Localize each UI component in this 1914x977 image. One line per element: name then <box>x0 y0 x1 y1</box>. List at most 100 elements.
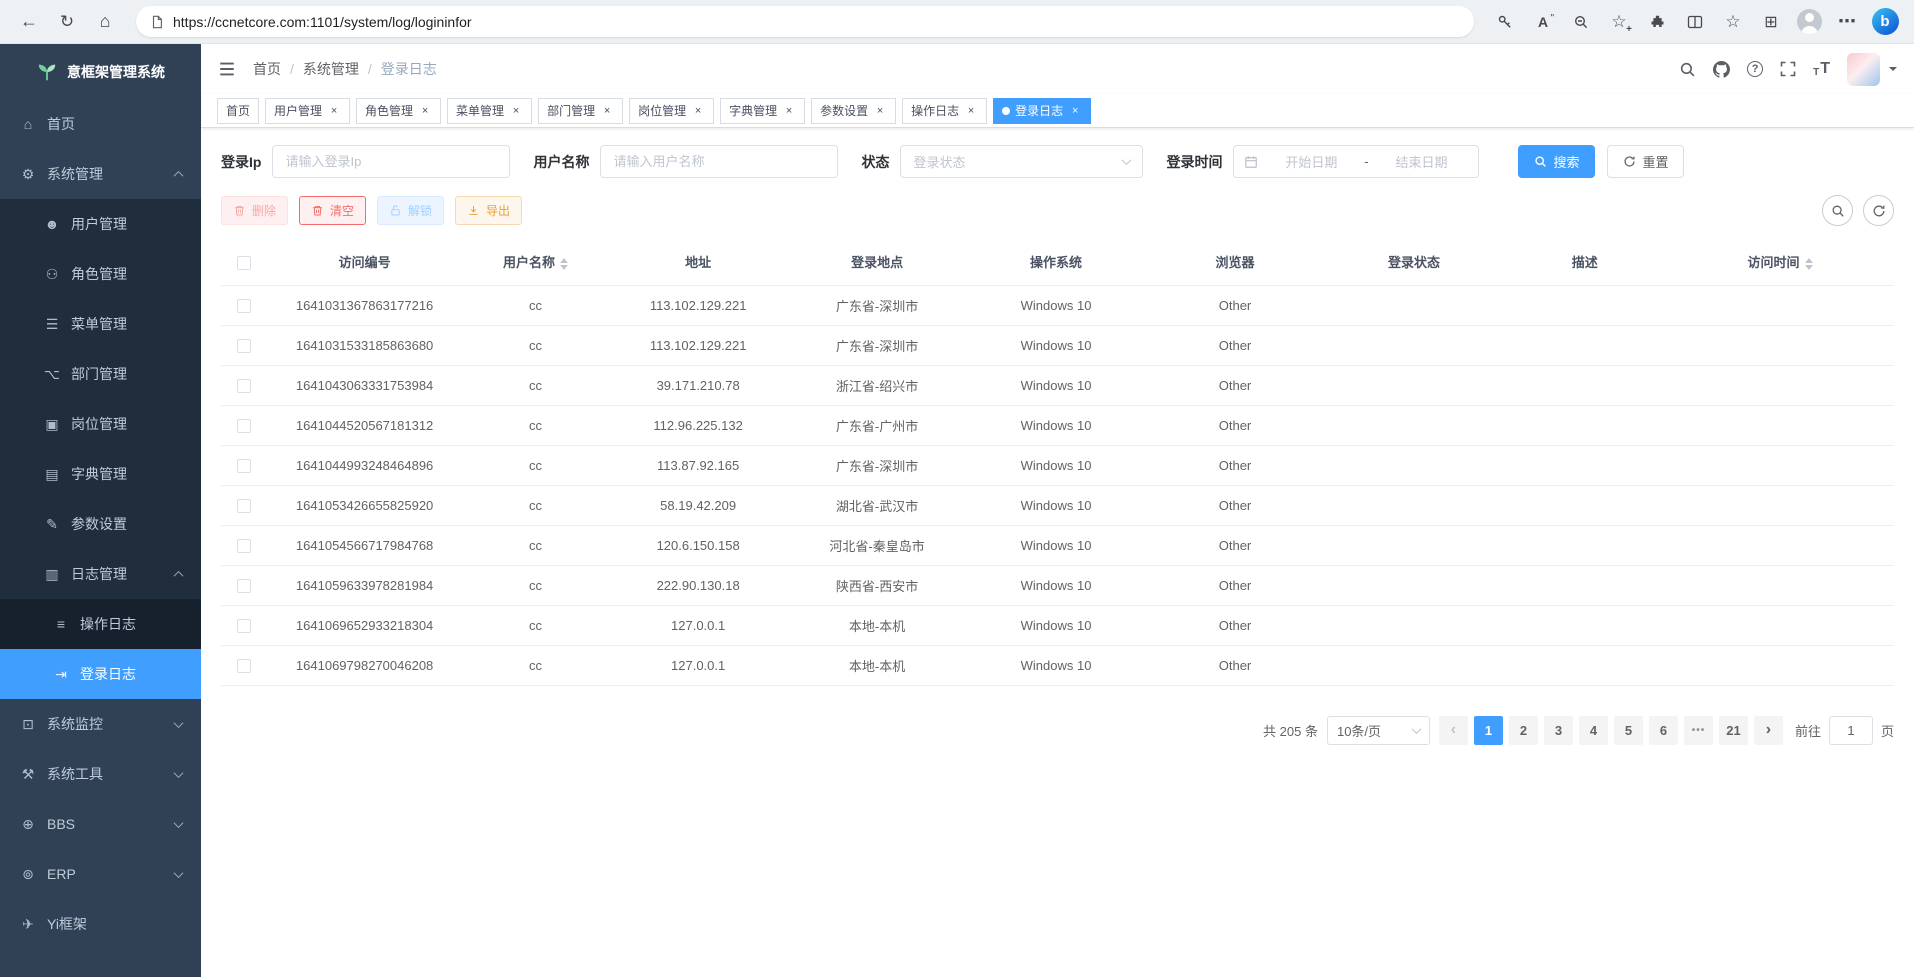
row-checkbox[interactable] <box>237 299 251 313</box>
extensions-icon[interactable] <box>1640 5 1674 39</box>
tab[interactable]: 菜单管理 <box>447 98 532 124</box>
sidebar-item[interactable]: 参数设置 <box>0 499 201 549</box>
help-icon[interactable] <box>1747 61 1763 77</box>
tab-close-icon[interactable] <box>509 104 523 118</box>
tab[interactable]: 字典管理 <box>720 98 805 124</box>
tab-close-icon[interactable] <box>1068 104 1082 118</box>
tab[interactable]: 岗位管理 <box>629 98 714 124</box>
sidebar-item[interactable]: 部门管理 <box>0 349 201 399</box>
tab[interactable]: 部门管理 <box>538 98 623 124</box>
row-checkbox[interactable] <box>237 419 251 433</box>
tab[interactable]: 操作日志 <box>902 98 987 124</box>
page-size-select[interactable]: 10条/页 <box>1327 716 1430 745</box>
reset-button[interactable]: 重置 <box>1607 145 1684 178</box>
sort-carets-icon[interactable] <box>1805 258 1813 270</box>
page-number[interactable]: 4 <box>1579 716 1608 745</box>
tab-close-icon[interactable] <box>691 104 705 118</box>
page-number[interactable]: ••• <box>1684 716 1713 745</box>
split-screen-icon[interactable] <box>1678 5 1712 39</box>
tab-close-icon[interactable] <box>327 104 341 118</box>
unlock-button[interactable]: 解锁 <box>377 196 444 225</box>
browser-home-icon[interactable] <box>88 5 122 39</box>
copilot-icon[interactable] <box>1868 5 1902 39</box>
sidebar-item[interactable]: 用户管理 <box>0 199 201 249</box>
login-ip-input[interactable] <box>272 145 510 178</box>
breadcrumb-item[interactable]: 系统管理 <box>303 59 381 79</box>
breadcrumb-item[interactable]: 登录日志 <box>381 59 437 79</box>
export-button[interactable]: 导出 <box>455 196 522 225</box>
sort-carets-icon[interactable] <box>560 258 568 270</box>
delete-button[interactable]: 删除 <box>221 196 288 225</box>
goto-page-input[interactable] <box>1829 716 1873 745</box>
sidebar-item[interactable]: 岗位管理 <box>0 399 201 449</box>
refresh-table-icon[interactable] <box>1863 195 1894 226</box>
page-number[interactable]: 1 <box>1474 716 1503 745</box>
page-number[interactable]: 21 <box>1719 716 1748 745</box>
sidebar-item[interactable]: BBS <box>0 799 201 849</box>
zoom-icon[interactable] <box>1564 5 1598 39</box>
sidebar-item[interactable]: 日志管理 <box>0 549 201 599</box>
row-checkbox[interactable] <box>237 459 251 473</box>
row-checkbox[interactable] <box>237 659 251 673</box>
sidebar-item[interactable]: ERP <box>0 849 201 899</box>
sidebar-item[interactable]: Yi框架 <box>0 899 201 949</box>
hamburger-icon[interactable] <box>218 60 236 78</box>
page-number[interactable]: 3 <box>1544 716 1573 745</box>
tab[interactable]: 角色管理 <box>356 98 441 124</box>
date-range-picker[interactable]: 开始日期 - 结束日期 <box>1233 145 1479 178</box>
browser-menu-icon[interactable] <box>1830 5 1864 39</box>
breadcrumb-item[interactable]: 首页 <box>253 59 303 79</box>
row-checkbox[interactable] <box>237 579 251 593</box>
sidebar-item[interactable]: 系统管理 <box>0 149 201 199</box>
search-icon[interactable] <box>1679 61 1696 78</box>
row-checkbox[interactable] <box>237 339 251 353</box>
github-icon[interactable] <box>1713 61 1730 78</box>
sidebar-item[interactable]: 登录日志 <box>0 649 201 699</box>
sidebar-item[interactable]: 首页 <box>0 99 201 149</box>
cell-address: 113.87.92.165 <box>609 445 788 485</box>
sidebar-item[interactable]: 字典管理 <box>0 449 201 499</box>
page-number[interactable]: 5 <box>1614 716 1643 745</box>
row-checkbox[interactable] <box>237 619 251 633</box>
password-key-icon[interactable] <box>1488 5 1522 39</box>
prev-page-button[interactable] <box>1439 716 1468 745</box>
sidebar-item[interactable]: 菜单管理 <box>0 299 201 349</box>
sidebar-item[interactable]: 角色管理 <box>0 249 201 299</box>
row-checkbox[interactable] <box>237 539 251 553</box>
favorites-icon[interactable] <box>1716 5 1750 39</box>
tab-close-icon[interactable] <box>418 104 432 118</box>
fullscreen-icon[interactable] <box>1780 61 1796 77</box>
font-size-icon[interactable] <box>1813 60 1830 78</box>
row-checkbox[interactable] <box>237 499 251 513</box>
page-number[interactable]: 6 <box>1649 716 1678 745</box>
status-select[interactable]: 登录状态 <box>900 145 1143 178</box>
tab-close-icon[interactable] <box>600 104 614 118</box>
sidebar-item[interactable]: 操作日志 <box>0 599 201 649</box>
toggle-search-icon[interactable] <box>1822 195 1853 226</box>
collections-icon[interactable] <box>1754 5 1788 39</box>
tab-close-icon[interactable] <box>964 104 978 118</box>
select-all-checkbox[interactable] <box>237 256 251 270</box>
tab[interactable]: 首页 <box>217 98 259 124</box>
tab-close-icon[interactable] <box>782 104 796 118</box>
sidebar-item[interactable]: 系统工具 <box>0 749 201 799</box>
row-checkbox[interactable] <box>237 379 251 393</box>
browser-profile-icon[interactable] <box>1792 5 1826 39</box>
tab-close-icon[interactable] <box>873 104 887 118</box>
tab[interactable]: 登录日志 <box>993 98 1091 124</box>
username-input[interactable] <box>600 145 838 178</box>
page-number[interactable]: 2 <box>1509 716 1538 745</box>
tab[interactable]: 用户管理 <box>265 98 350 124</box>
read-aloud-icon[interactable] <box>1526 5 1560 39</box>
clean-button[interactable]: 清空 <box>299 196 366 225</box>
sidebar-item[interactable]: 系统监控 <box>0 699 201 749</box>
browser-back-icon[interactable] <box>12 5 46 39</box>
address-bar[interactable]: https://ccnetcore.com:1101/system/log/lo… <box>136 6 1474 37</box>
search-button[interactable]: 搜索 <box>1518 145 1595 178</box>
browser-refresh-icon[interactable] <box>50 5 84 39</box>
avatar[interactable] <box>1847 53 1880 86</box>
tab[interactable]: 参数设置 <box>811 98 896 124</box>
favorite-add-icon[interactable] <box>1602 5 1636 39</box>
app-logo[interactable]: 意框架管理系统 <box>0 44 201 99</box>
next-page-button[interactable] <box>1754 716 1783 745</box>
